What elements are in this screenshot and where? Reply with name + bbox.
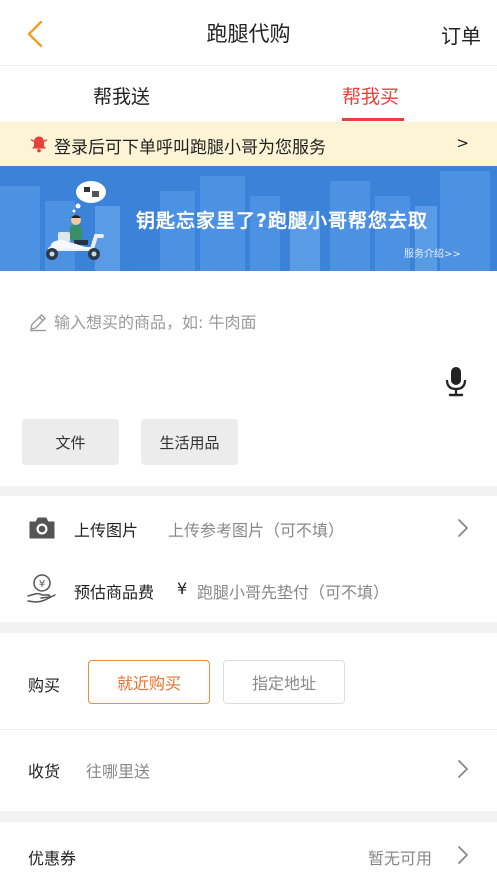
- coupon-label: 优惠券: [28, 849, 77, 868]
- notice-text: 登录后可下单呼叫跑腿小哥为您服务: [54, 138, 326, 158]
- upload-image-hint: 上传参考图片（可不填）: [168, 521, 345, 540]
- login-notice-bar[interactable]: 登录后可下单呼叫跑腿小哥为您服务 >: [0, 122, 497, 166]
- delivery-label: 收货: [28, 762, 61, 781]
- quick-tag-documents[interactable]: 文件: [22, 419, 119, 465]
- estimated-cost-label: 预估商品费: [74, 583, 155, 602]
- tab-send-for-me[interactable]: 帮我送: [93, 82, 150, 109]
- promo-banner[interactable]: 钥匙忘家里了?跑腿小哥帮您去取 服务介绍>>: [0, 166, 497, 271]
- delivery-hint: 往哪里送: [86, 762, 151, 781]
- item-input-card: 文件 生活用品: [0, 271, 497, 486]
- chevron-right-icon: [458, 846, 468, 864]
- orders-button[interactable]: 订单: [441, 20, 481, 49]
- coupon-row[interactable]: 优惠券 暂无可用: [0, 822, 497, 883]
- purchase-label: 购买: [28, 676, 61, 695]
- money-hand-icon: ¥: [27, 574, 56, 603]
- estimated-cost-hint: 跑腿小哥先垫付（可不填）: [197, 583, 390, 602]
- delivery-address-row[interactable]: 收货 往哪里送: [0, 730, 497, 811]
- page-title: 跑腿代购: [206, 22, 291, 46]
- banner-title: 钥匙忘家里了?跑腿小哥帮您去取: [136, 210, 429, 232]
- top-bar: 跑腿代购 订单: [0, 0, 497, 66]
- upload-image-row[interactable]: 上传图片 上传参考图片（可不填）: [0, 496, 497, 558]
- camera-icon: [29, 517, 55, 539]
- item-input[interactable]: [54, 309, 434, 335]
- active-tab-indicator: [342, 118, 404, 121]
- coupon-value: 暂无可用: [368, 849, 433, 868]
- upload-image-label: 上传图片: [74, 521, 139, 540]
- estimated-cost-row[interactable]: ¥ 预估商品费 ¥ 跑腿小哥先垫付（可不填）: [0, 558, 497, 622]
- service-intro-link[interactable]: 服务介绍>>: [404, 245, 461, 260]
- bell-icon: [30, 136, 48, 153]
- purchase-delivery-card: 购买 就近购买 指定地址 收货 往哪里送: [0, 633, 497, 811]
- chevron-right-icon: [458, 519, 468, 537]
- currency-symbol: ¥: [177, 579, 188, 598]
- notice-arrow-icon: >: [456, 134, 469, 152]
- chevron-right-icon: [458, 760, 468, 778]
- specify-address-button[interactable]: 指定地址: [223, 660, 345, 704]
- buy-nearby-button[interactable]: 就近购买: [88, 660, 210, 704]
- microphone-icon[interactable]: [444, 366, 468, 398]
- courier-scooter-illustration: [46, 181, 106, 260]
- svg-text:¥: ¥: [39, 579, 45, 590]
- pencil-icon: [30, 314, 46, 332]
- tab-buy-for-me[interactable]: 帮我买: [342, 82, 399, 109]
- quick-tag-daily-goods[interactable]: 生活用品: [141, 419, 238, 465]
- upload-estimate-card: 上传图片 上传参考图片（可不填） ¥ 预估商品费 ¥ 跑腿小哥先垫付（可不填）: [0, 496, 497, 622]
- tab-bar: 帮我送 帮我买: [0, 66, 497, 122]
